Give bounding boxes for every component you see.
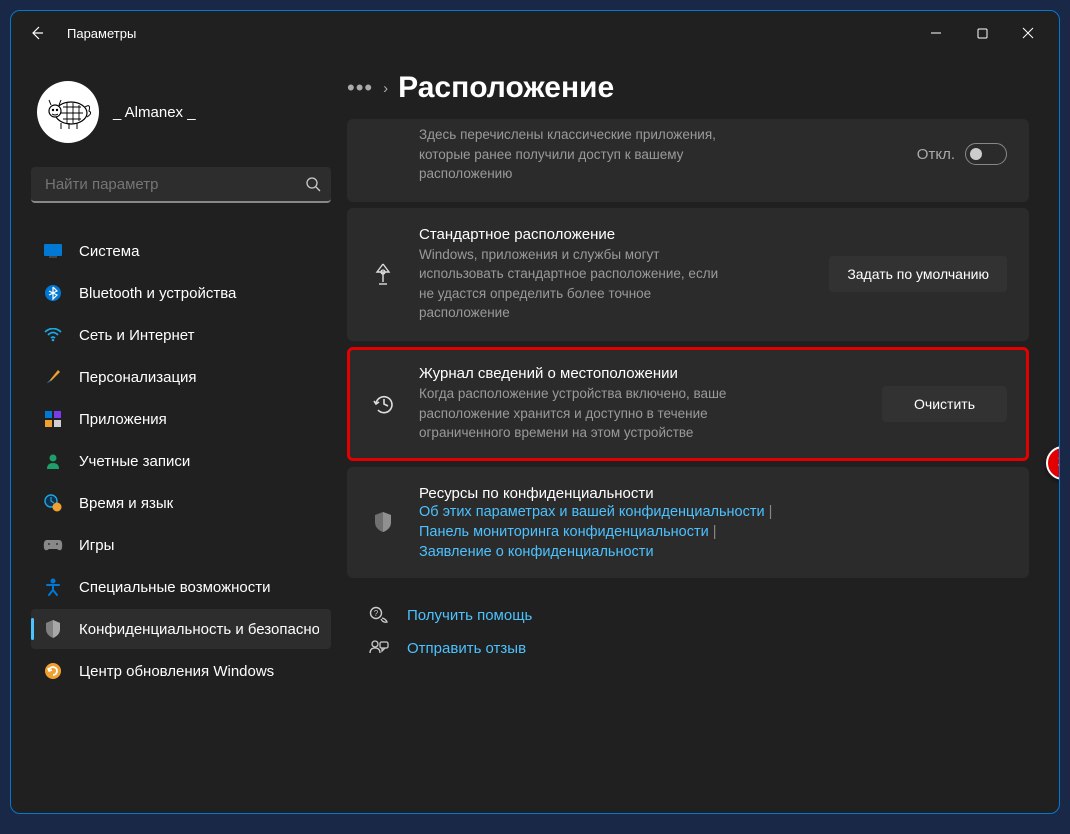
- sidebar-item-accessibility[interactable]: Специальные возможности: [31, 567, 331, 607]
- clear-button[interactable]: Очистить: [882, 386, 1007, 422]
- history-icon: [369, 392, 397, 416]
- shield-icon: [43, 619, 63, 639]
- card-title: Ресурсы по конфиденциальности: [419, 485, 1007, 502]
- card-default-location: Стандартное расположение Windows, прилож…: [347, 208, 1029, 341]
- card-privacy-resources: Ресурсы по конфиденциальности Об этих па…: [347, 467, 1029, 578]
- accessibility-icon: [43, 577, 63, 597]
- titlebar: Параметры: [11, 11, 1059, 55]
- sidebar-item-network[interactable]: Сеть и Интернет: [31, 315, 331, 355]
- shield-icon: [369, 511, 397, 533]
- give-feedback-link[interactable]: Отправить отзыв: [369, 640, 1029, 658]
- window-title: Параметры: [67, 26, 901, 41]
- sidebar-item-gaming[interactable]: Игры: [31, 525, 331, 565]
- nav-label: Персонализация: [79, 369, 197, 386]
- page-title: Расположение: [398, 71, 614, 105]
- footer-links: ? Получить помощь Отправить отзыв: [347, 606, 1029, 658]
- nav-label: Конфиденциальность и безопасность: [79, 621, 319, 638]
- window-controls: [913, 15, 1051, 51]
- feedback-icon: [369, 640, 389, 658]
- search-input[interactable]: [45, 176, 305, 193]
- link-privacy-statement[interactable]: Заявление о конфиденциальности: [419, 544, 1007, 560]
- svg-text:?: ?: [374, 609, 379, 618]
- link-privacy-dashboard[interactable]: Панель мониторинга конфиденциальности: [419, 524, 1007, 540]
- close-icon: [1022, 27, 1034, 39]
- sidebar-item-apps[interactable]: Приложения: [31, 399, 331, 439]
- card-title: Журнал сведений о местоположении: [419, 365, 860, 382]
- card-desc: Windows, приложения и службы могут испол…: [419, 245, 729, 323]
- search-box[interactable]: [31, 167, 331, 203]
- map-pin-icon: [369, 262, 397, 286]
- wifi-icon: [43, 325, 63, 345]
- bluetooth-icon: [43, 283, 63, 303]
- help-icon: ?: [369, 606, 389, 626]
- maximize-button[interactable]: [959, 15, 1005, 51]
- settings-window: Параметры: [10, 10, 1060, 814]
- sidebar-item-system[interactable]: Система: [31, 231, 331, 271]
- sidebar: _ Almanex _ Система Bluetooth и устройст…: [11, 55, 343, 813]
- arrow-left-icon: [29, 25, 45, 41]
- card-desc: Когда расположение устройства включено, …: [419, 384, 749, 443]
- main-content: ••• › Расположение Здесь перечислены кла…: [343, 55, 1059, 813]
- maximize-icon: [977, 28, 988, 39]
- link-about-settings[interactable]: Об этих параметрах и вашей конфиденциаль…: [419, 504, 1007, 520]
- profile[interactable]: _ Almanex _: [31, 63, 331, 167]
- clock-globe-icon: [43, 493, 63, 513]
- nav-label: Bluetooth и устройства: [79, 285, 236, 302]
- footer-label: Получить помощь: [407, 607, 532, 624]
- apps-icon: [43, 409, 63, 429]
- card-location-history: Журнал сведений о местоположении Когда р…: [347, 347, 1029, 461]
- nav-label: Центр обновления Windows: [79, 663, 274, 680]
- annotation-badge: 3: [1046, 446, 1059, 480]
- nav-label: Система: [79, 243, 139, 260]
- card-classic-apps: Здесь перечислены классические приложени…: [347, 119, 1029, 202]
- back-button[interactable]: [19, 15, 55, 51]
- nav-label: Время и язык: [79, 495, 173, 512]
- breadcrumb: ••• › Расположение: [347, 71, 1029, 105]
- chevron-right-icon: ›: [383, 80, 388, 97]
- system-icon: [43, 241, 63, 261]
- nav-label: Приложения: [79, 411, 167, 428]
- close-button[interactable]: [1005, 15, 1051, 51]
- avatar-image: [41, 85, 95, 139]
- toggle-pill-icon: [965, 143, 1007, 165]
- sidebar-item-windows-update[interactable]: Центр обновления Windows: [31, 651, 331, 691]
- footer-label: Отправить отзыв: [407, 640, 526, 657]
- sidebar-item-accounts[interactable]: Учетные записи: [31, 441, 331, 481]
- card-desc: Здесь перечислены классические приложени…: [419, 125, 719, 184]
- minimize-button[interactable]: [913, 15, 959, 51]
- minimize-icon: [930, 27, 942, 39]
- update-icon: [43, 661, 63, 681]
- user-icon: [43, 451, 63, 471]
- sidebar-item-bluetooth[interactable]: Bluetooth и устройства: [31, 273, 331, 313]
- gamepad-icon: [43, 535, 63, 555]
- get-help-link[interactable]: ? Получить помощь: [369, 606, 1029, 626]
- sidebar-item-personalization[interactable]: Персонализация: [31, 357, 331, 397]
- avatar: [37, 81, 99, 143]
- nav: Система Bluetooth и устройства Сеть и Ин…: [31, 231, 331, 691]
- toggle-label: Откл.: [917, 146, 955, 163]
- nav-label: Учетные записи: [79, 453, 190, 470]
- set-default-button[interactable]: Задать по умолчанию: [829, 256, 1007, 292]
- nav-label: Сеть и Интернет: [79, 327, 195, 344]
- nav-label: Специальные возможности: [79, 579, 271, 596]
- toggle-control[interactable]: Откл.: [917, 143, 1007, 165]
- sidebar-item-time-language[interactable]: Время и язык: [31, 483, 331, 523]
- nav-label: Игры: [79, 537, 114, 554]
- card-title: Стандартное расположение: [419, 226, 807, 243]
- search-icon: [305, 176, 321, 192]
- breadcrumb-more-icon[interactable]: •••: [347, 75, 373, 101]
- username: _ Almanex _: [113, 104, 196, 121]
- sidebar-item-privacy[interactable]: Конфиденциальность и безопасность: [31, 609, 331, 649]
- brush-icon: [43, 367, 63, 387]
